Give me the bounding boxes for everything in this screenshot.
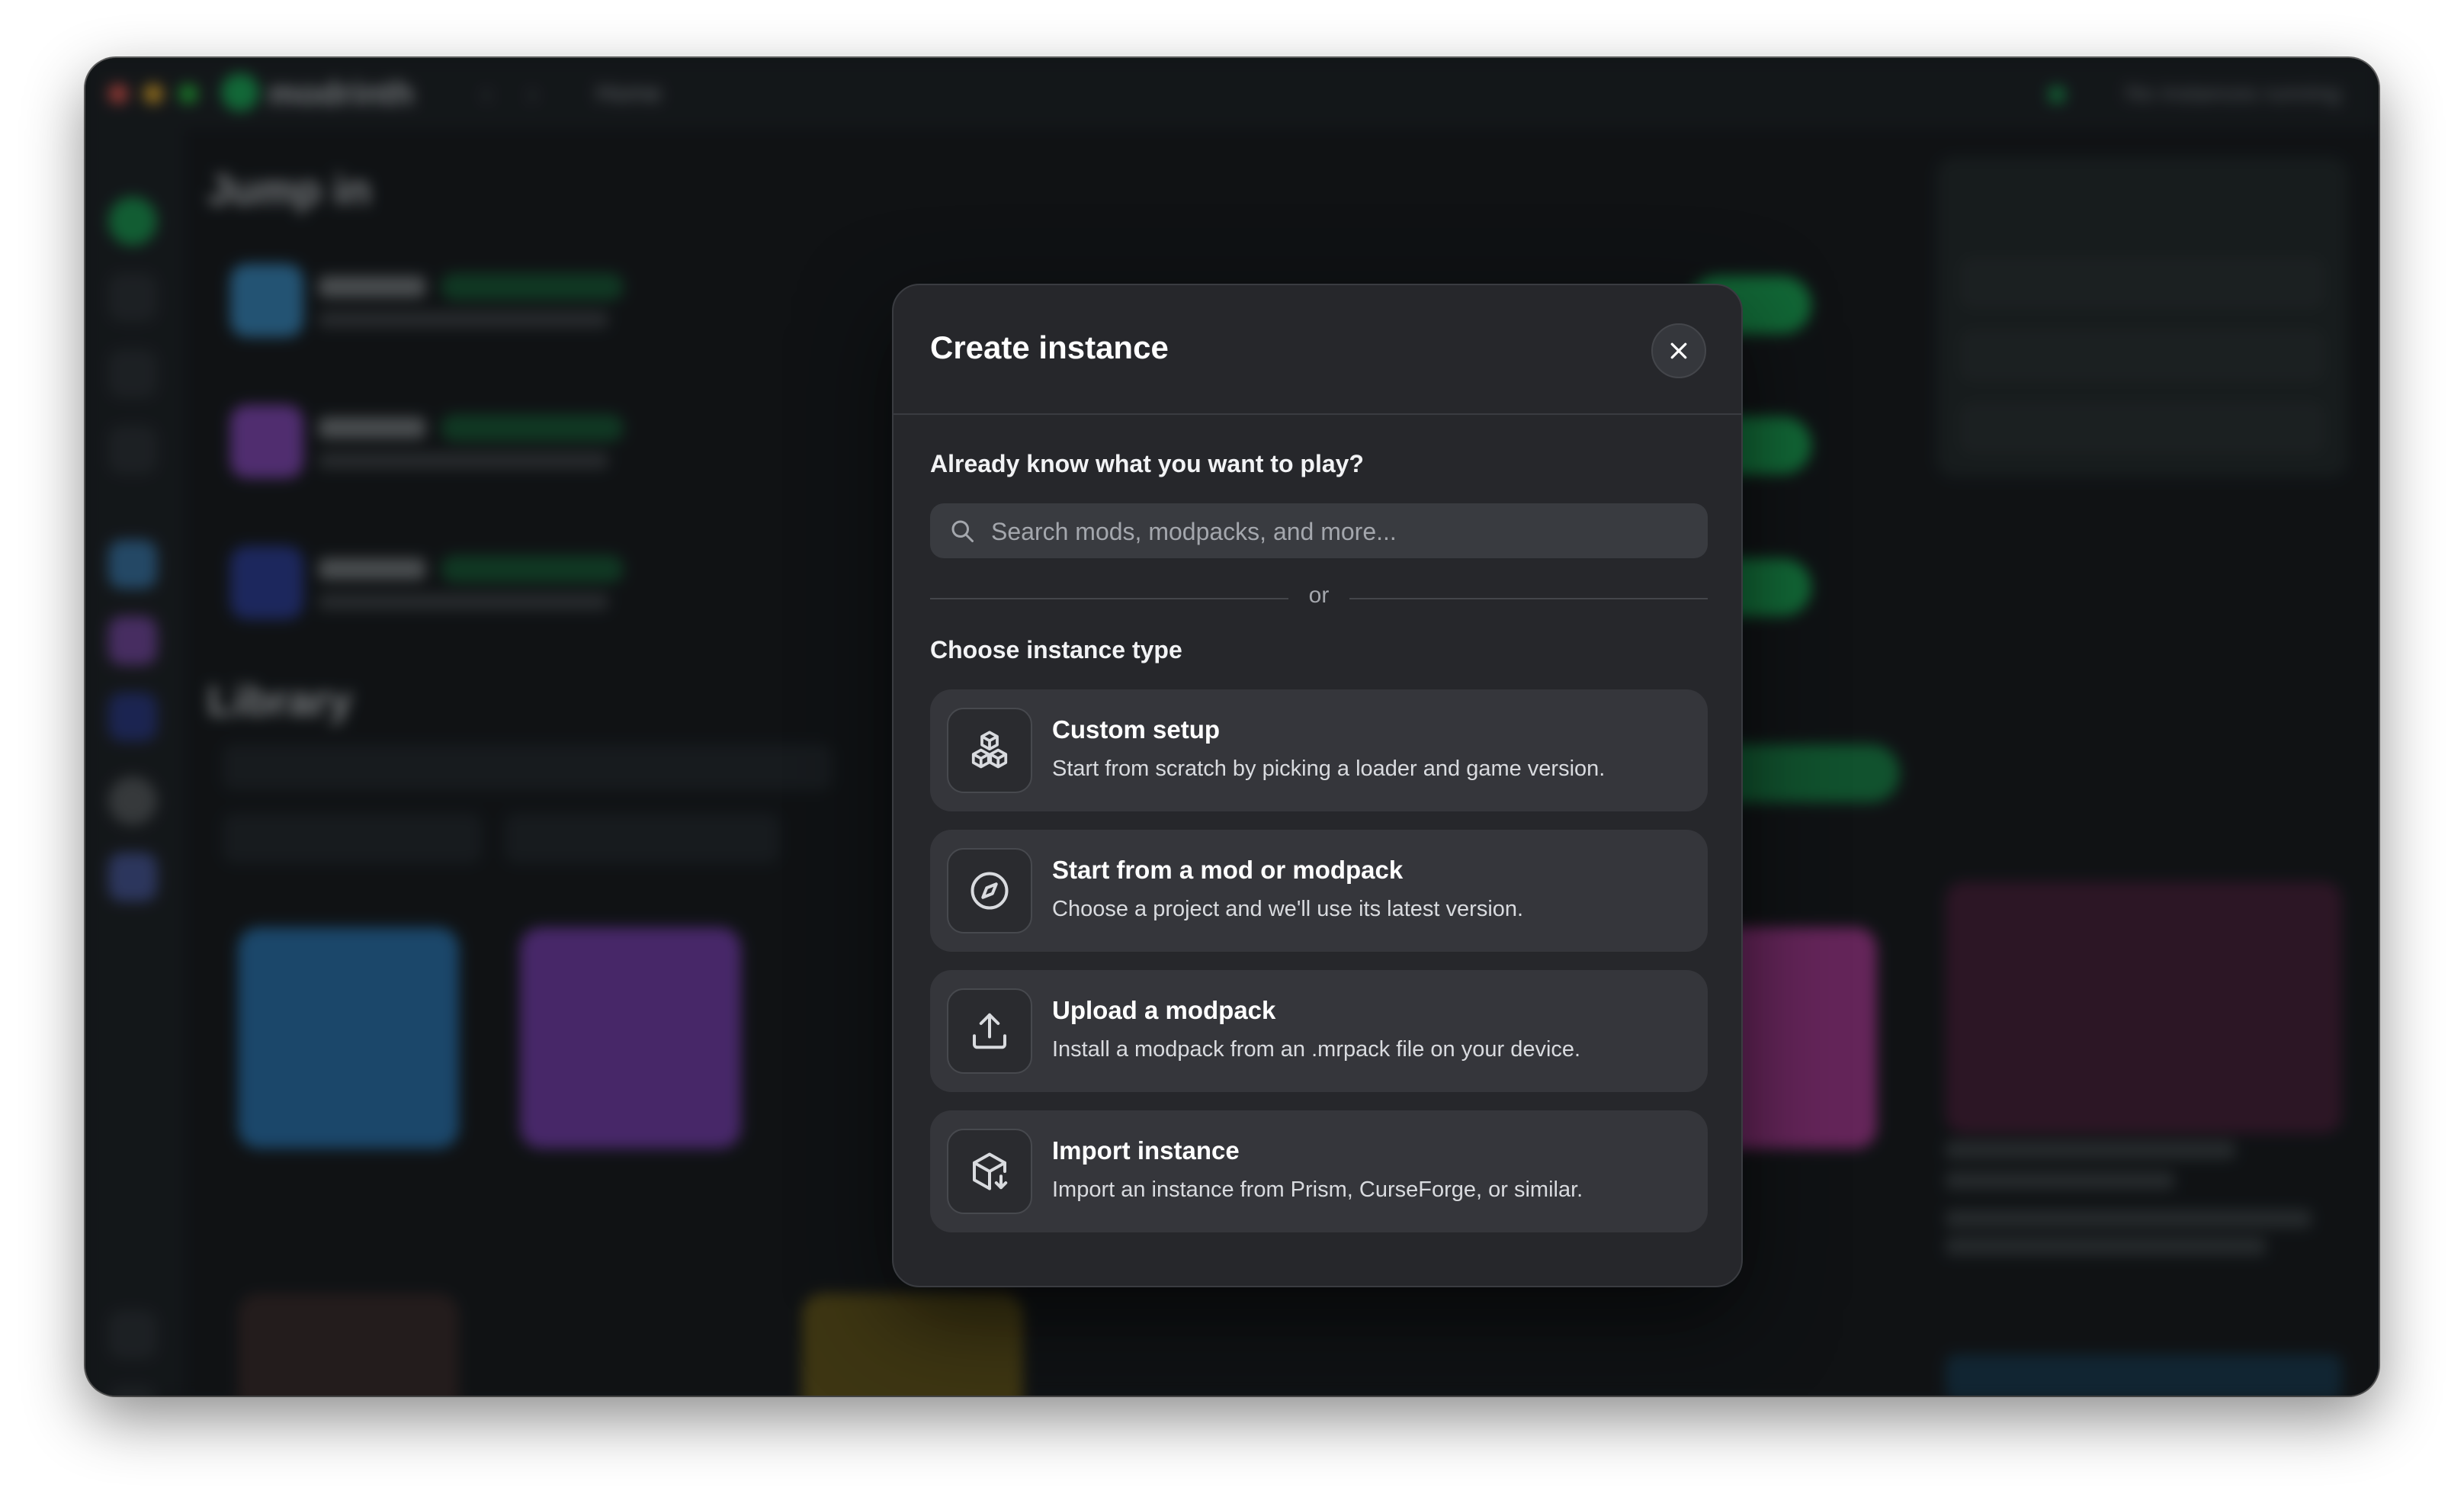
option-title: Start from a mod or modpack bbox=[1052, 856, 1404, 884]
or-label: or bbox=[1308, 583, 1330, 608]
search-input[interactable] bbox=[990, 503, 1694, 560]
option-description: Start from scratch by picking a loader a… bbox=[1052, 757, 1606, 781]
create-instance-modal: Create instance Already know what you wa… bbox=[892, 284, 1743, 1287]
cubes-icon bbox=[947, 708, 1032, 793]
close-icon bbox=[1670, 342, 1687, 359]
option-title: Upload a modpack bbox=[1052, 996, 1276, 1024]
search-heading: Already know what you want to play? bbox=[930, 450, 1364, 477]
option-title: Custom setup bbox=[1052, 715, 1221, 744]
option-import-instance[interactable]: Import instance Import an instance from … bbox=[930, 1110, 1708, 1232]
option-start-from-modpack[interactable]: Start from a mod or modpack Choose a pro… bbox=[930, 830, 1708, 952]
option-description: Choose a project and we'll use its lates… bbox=[1052, 897, 1524, 921]
close-modal-button[interactable] bbox=[1651, 323, 1706, 378]
choose-type-heading: Choose instance type bbox=[930, 636, 1182, 663]
option-description: Install a modpack from an .mrpack file o… bbox=[1052, 1037, 1581, 1062]
box-import-icon bbox=[947, 1129, 1032, 1214]
upload-icon bbox=[947, 988, 1032, 1074]
option-custom-setup[interactable]: Custom setup Start from scratch by picki… bbox=[930, 689, 1708, 811]
or-separator: or bbox=[930, 583, 1708, 613]
option-upload-modpack[interactable]: Upload a modpack Install a modpack from … bbox=[930, 970, 1708, 1092]
project-search-field[interactable] bbox=[930, 503, 1708, 560]
search-icon bbox=[951, 520, 974, 542]
option-description: Import an instance from Prism, CurseForg… bbox=[1052, 1177, 1583, 1202]
option-title: Import instance bbox=[1052, 1136, 1240, 1165]
compass-icon bbox=[947, 848, 1032, 933]
modal-title: Create instance bbox=[930, 329, 1169, 365]
app-window: modrinth ‹ › Home No instances running J… bbox=[85, 58, 2379, 1396]
header-divider bbox=[894, 413, 1741, 415]
